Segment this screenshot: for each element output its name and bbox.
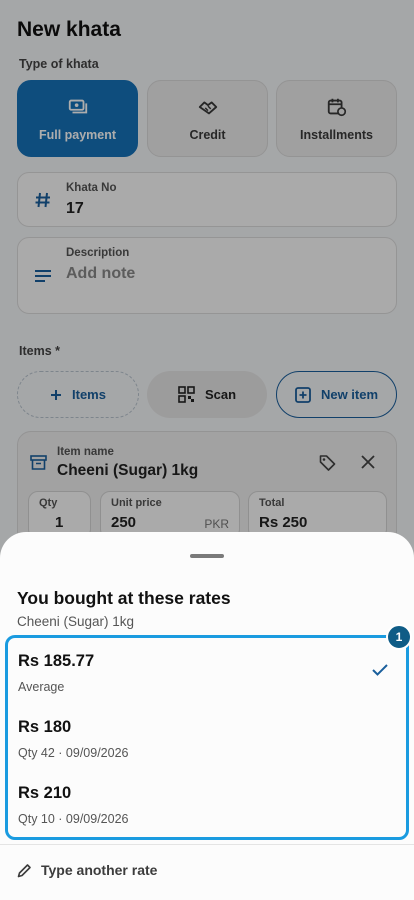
divider bbox=[0, 844, 414, 845]
type-another-rate-label: Type another rate bbox=[41, 862, 158, 878]
type-another-rate-button[interactable]: Type another rate bbox=[17, 862, 157, 878]
rate-value: Rs 210 bbox=[18, 784, 72, 802]
rate-option-average[interactable]: Rs 185.77 Average bbox=[8, 638, 406, 702]
rates-bottom-sheet: You bought at these rates Cheeni (Sugar)… bbox=[0, 532, 414, 900]
drag-handle[interactable] bbox=[190, 554, 224, 558]
rate-meta: Average bbox=[18, 680, 65, 694]
rate-option-180[interactable]: Rs 180 Qty 42 · 09/09/2026 bbox=[8, 704, 406, 768]
rate-value: Rs 185.77 bbox=[18, 652, 95, 670]
rate-options-list: Rs 185.77 Average Rs 180 Qty 42 · 09/09/… bbox=[5, 635, 409, 840]
sheet-subtitle: Cheeni (Sugar) 1kg bbox=[17, 614, 135, 629]
rate-meta: Qty 42 · 09/09/2026 bbox=[18, 746, 129, 760]
sheet-title: You bought at these rates bbox=[17, 588, 231, 608]
check-icon bbox=[372, 664, 388, 676]
rate-value: Rs 180 bbox=[18, 718, 72, 736]
rate-meta: Qty 10 · 09/09/2026 bbox=[18, 812, 129, 826]
rate-option-210[interactable]: Rs 210 Qty 10 · 09/09/2026 bbox=[8, 770, 406, 834]
annotation-badge: 1 bbox=[386, 624, 412, 650]
pencil-icon bbox=[17, 863, 31, 877]
